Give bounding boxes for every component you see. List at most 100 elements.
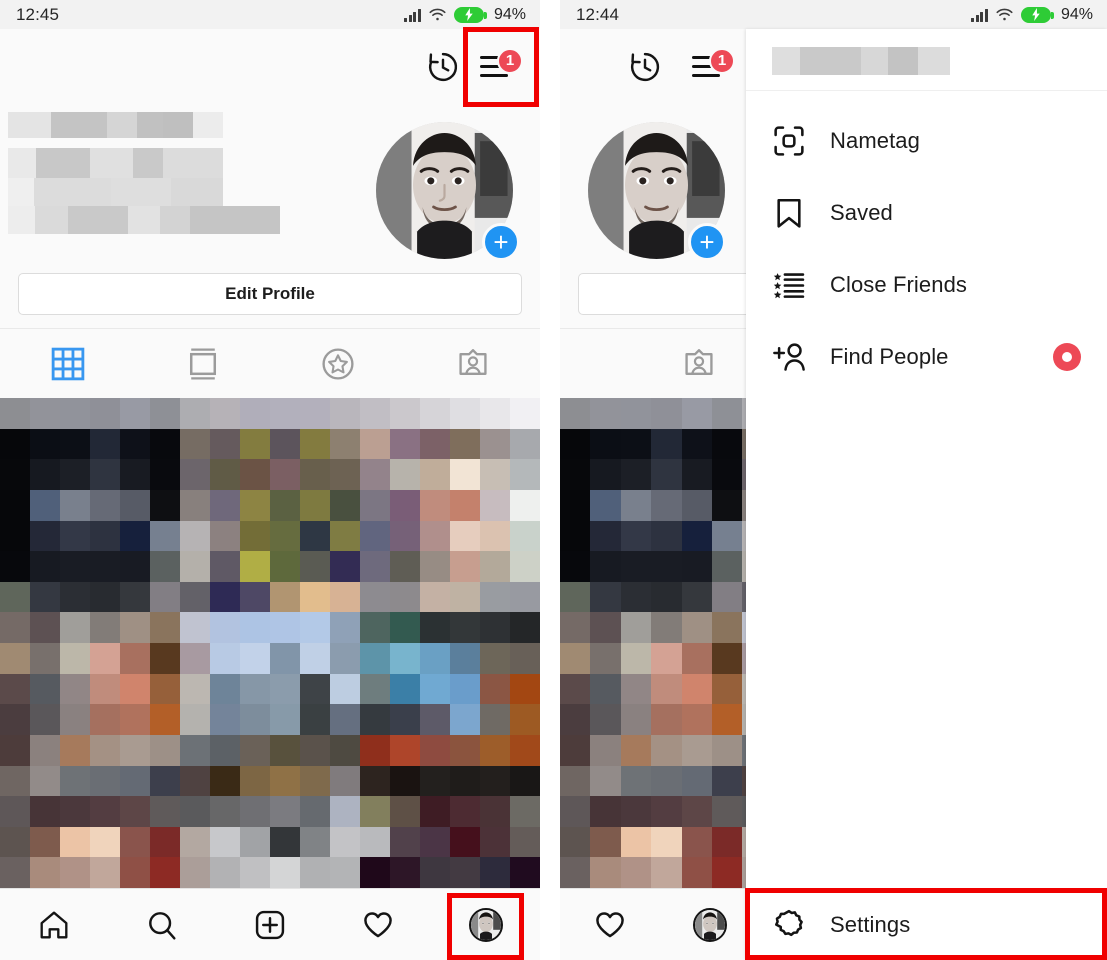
grid-icon [51, 347, 84, 380]
mosaic-cell [620, 857, 652, 888]
mosaic-cell [150, 520, 180, 552]
mosaic-cell [590, 826, 621, 858]
mosaic-cell [651, 673, 682, 705]
mosaic-cell [60, 398, 90, 429]
mosaic-cell [240, 398, 270, 429]
mosaic-cell [480, 398, 510, 429]
bio-redacted-line-1 [8, 148, 223, 178]
mosaic-cell [620, 704, 652, 735]
mosaic-cell [510, 765, 540, 797]
tab-featured[interactable] [270, 329, 405, 398]
mosaic-cell [90, 704, 120, 735]
mosaic-cell [90, 765, 120, 797]
mosaic-cell [30, 459, 60, 490]
hamburger-menu-icon: 1 [692, 47, 735, 80]
archive-clock-icon[interactable] [618, 40, 672, 94]
nav-create[interactable] [216, 909, 324, 941]
mosaic-cell [390, 489, 420, 521]
wifi-icon [996, 8, 1013, 20]
mosaic-cell [60, 734, 90, 766]
mosaic-cell [560, 551, 591, 582]
nav-profile[interactable] [432, 907, 540, 942]
mosaic-cell [681, 581, 712, 613]
tab-tagged-right[interactable] [560, 329, 740, 398]
add-story-button-right[interactable]: + [688, 223, 726, 261]
nav-search[interactable] [108, 909, 216, 941]
search-icon [149, 911, 176, 940]
mosaic-cell [390, 673, 420, 705]
mosaic-cell [590, 796, 621, 827]
drawer-username-redacted [772, 47, 950, 75]
mosaic-cell [300, 796, 330, 827]
mosaic-cell [150, 857, 180, 888]
mosaic-cell [510, 734, 540, 766]
hamburger-menu-button-right[interactable]: 1 [682, 40, 736, 94]
mosaic-cell [240, 489, 270, 521]
battery-percent-right: 94% [1060, 5, 1093, 23]
mosaic-cell [620, 612, 652, 643]
mosaic-cell [210, 612, 240, 643]
menu-item-nametag[interactable]: Nametag [746, 105, 1107, 177]
mosaic-cell [390, 428, 420, 460]
menu-item-close-friends[interactable]: Close Friends [746, 249, 1107, 321]
panel-separator [540, 0, 560, 960]
nav-activity[interactable] [324, 909, 432, 941]
menu-item-find-people[interactable]: Find People [746, 321, 1107, 393]
mosaic-cell [480, 796, 510, 827]
mosaic-cell [681, 459, 712, 490]
mosaic-cell [300, 581, 330, 613]
person-add-icon [772, 340, 818, 374]
mosaic-cell [150, 796, 180, 827]
mosaic-cell [60, 428, 90, 460]
right-phone-panel: 12:44 94% 1 + Nametag Saved Close Friend… [560, 0, 1107, 960]
mosaic-cell [270, 826, 300, 858]
mosaic-cell [420, 643, 450, 674]
menu-item-saved[interactable]: Saved [746, 177, 1107, 249]
mosaic-cell [330, 581, 360, 613]
mosaic-cell [240, 581, 270, 613]
menu-item-settings[interactable]: Settings [746, 888, 1107, 960]
nav-activity-right[interactable] [560, 909, 660, 941]
mosaic-cell [390, 581, 420, 613]
mosaic-cell [450, 643, 480, 674]
mosaic-cell [30, 612, 60, 643]
mosaic-cell [651, 704, 682, 735]
menu-item-label: Find People [830, 344, 949, 369]
mosaic-cell [510, 459, 540, 490]
mosaic-cell [651, 857, 682, 888]
mosaic-cell [270, 765, 300, 797]
mosaic-cell [420, 459, 450, 490]
mosaic-cell [560, 704, 591, 735]
mosaic-cell [510, 643, 540, 674]
mosaic-cell [60, 765, 90, 797]
add-story-button[interactable]: + [482, 223, 520, 261]
mosaic-cell [420, 704, 450, 735]
mosaic-cell [360, 673, 390, 705]
star-list-icon [772, 268, 818, 302]
menu-notification-badge-right: 1 [709, 47, 735, 74]
mosaic-cell [390, 459, 420, 490]
mosaic-cell [300, 489, 330, 521]
tab-tagged[interactable] [405, 329, 540, 398]
status-time-right: 12:44 [576, 4, 620, 24]
edit-profile-button[interactable]: Edit Profile [18, 273, 522, 315]
archive-clock-icon[interactable] [416, 40, 470, 94]
nav-home[interactable] [0, 909, 108, 941]
mosaic-cell [210, 520, 240, 552]
mosaic-cell [210, 826, 240, 858]
tab-grid[interactable] [0, 329, 135, 398]
mosaic-cell [420, 826, 450, 858]
mosaic-cell [330, 857, 360, 888]
nav-profile-right[interactable] [660, 907, 760, 942]
mosaic-cell [240, 857, 270, 888]
mosaic-cell [651, 581, 682, 613]
mosaic-cell [510, 796, 540, 827]
mosaic-cell [590, 857, 621, 888]
photo-grid-mosaic[interactable] [0, 398, 540, 888]
hamburger-menu-button[interactable]: 1 [470, 40, 524, 94]
mosaic-cell [390, 520, 420, 552]
mosaic-cell [210, 459, 240, 490]
mosaic-cell [0, 612, 30, 643]
tab-list-view[interactable] [135, 329, 270, 398]
mosaic-cell [270, 520, 300, 552]
